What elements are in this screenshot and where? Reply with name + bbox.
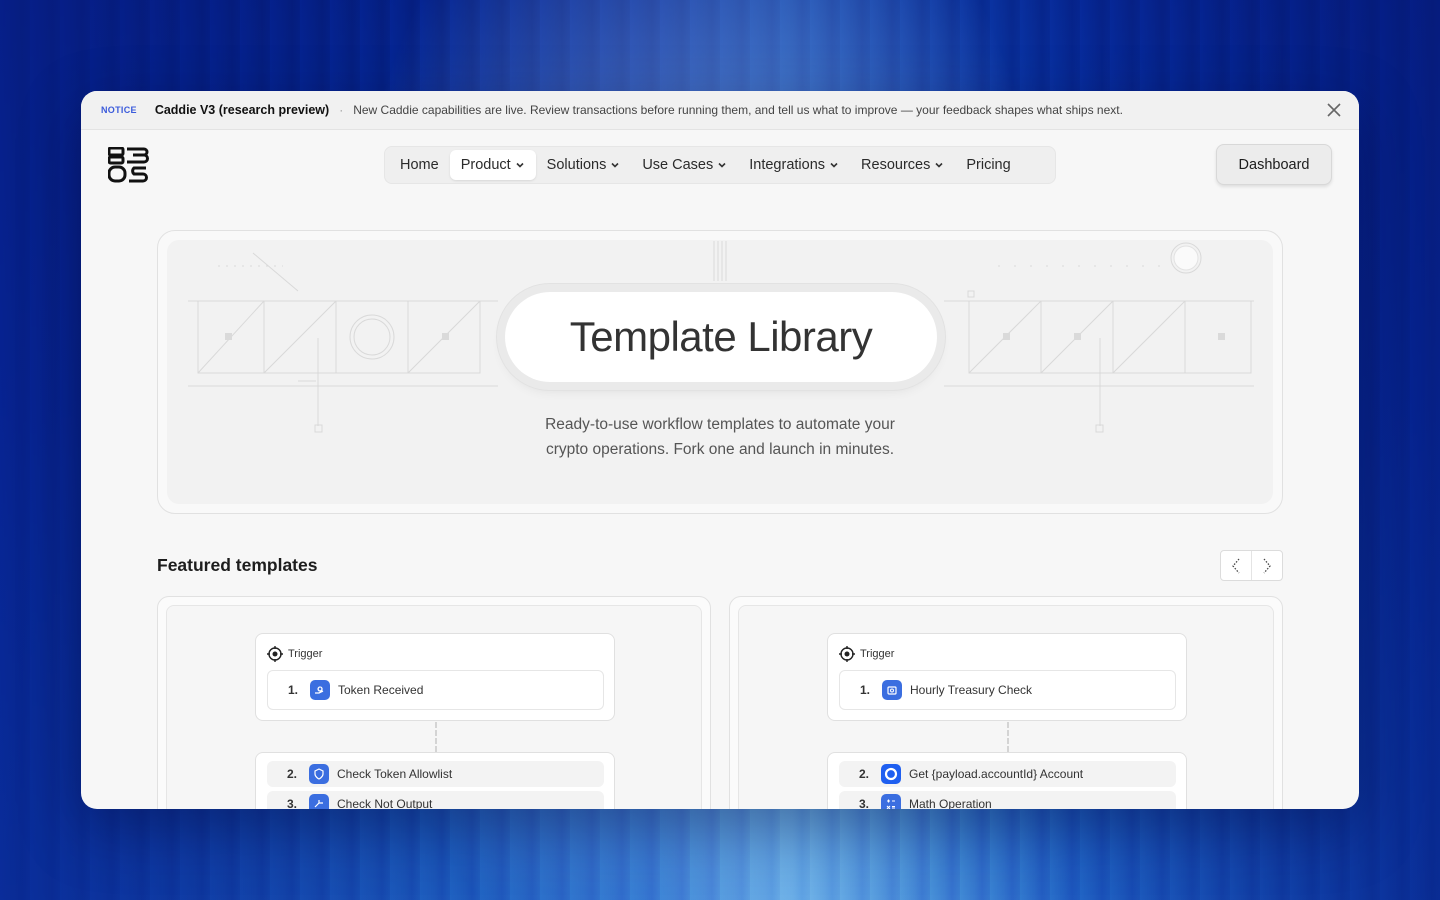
hero-section: Template Library Ready-to-use workflow t… [157, 230, 1283, 514]
notice-bar: NOTICE Caddie V3 (research preview) · Ne… [81, 91, 1359, 130]
workflow-step[interactable]: 1. Hourly Treasury Check [839, 670, 1176, 710]
template-card[interactable]: Trigger 1. Token Received 2. Check Token… [157, 596, 711, 809]
chevron-down-icon [718, 162, 726, 168]
crosshair-icon [267, 646, 283, 662]
notice-badge: NOTICE [101, 105, 137, 115]
hero-subtitle-line2: crypto operations. Fork one and launch i… [545, 441, 895, 458]
chevron-left-icon[interactable] [1221, 551, 1251, 580]
step-number: 3. [858, 797, 869, 809]
nav-resources-label: Resources [861, 157, 931, 173]
chevron-down-icon [935, 162, 943, 168]
featured-templates-heading: Featured templates [157, 555, 318, 575]
shield-check-icon [309, 764, 329, 784]
close-icon[interactable] [1325, 101, 1343, 119]
step-label: Check Token Allowlist [337, 767, 453, 781]
step-number: 2. [858, 767, 869, 781]
nav-solutions[interactable]: Solutions [536, 150, 632, 180]
calculator-icon [881, 794, 901, 809]
template-card[interactable]: Trigger 1. Hourly Treasury Check 2. Get … [729, 596, 1283, 809]
template-card-preview: Trigger 1. Token Received 2. Check Token… [166, 605, 702, 809]
step-number: 2. [286, 767, 297, 781]
trigger-text: Trigger [860, 648, 895, 660]
nav-pricing-label: Pricing [966, 157, 1011, 173]
nav-solutions-label: Solutions [546, 157, 607, 173]
nav-product-label: Product [460, 157, 511, 173]
step-connector [435, 722, 437, 752]
nav-resources[interactable]: Resources [850, 150, 955, 180]
nav-integrations[interactable]: Integrations [738, 150, 850, 180]
hero-title-pill: Template Library [505, 292, 937, 382]
step-number: 3. [286, 797, 297, 809]
nav-home-label: Home [400, 157, 439, 173]
chevron-right-icon[interactable] [1251, 551, 1282, 580]
step-connector [1007, 722, 1009, 752]
main-menu: Home Product Solutions Use Cases Integra… [384, 146, 1056, 184]
step-label: Hourly Treasury Check [910, 683, 1033, 697]
step-number: 1. [859, 683, 870, 697]
actions-block: 2. Get {payload.accountId} Account 3. Ma… [827, 752, 1187, 809]
chevron-down-icon [516, 162, 524, 168]
top-nav: Home Product Solutions Use Cases Integra… [81, 130, 1359, 202]
nav-pricing[interactable]: Pricing [955, 150, 1021, 180]
dashboard-button[interactable]: Dashboard [1216, 144, 1332, 185]
hand-coin-icon [310, 680, 330, 700]
trigger-block: Trigger 1. Token Received [255, 633, 615, 721]
carousel-controls [1220, 550, 1283, 581]
actions-block: 2. Check Token Allowlist 3. Check Not Ou… [255, 752, 615, 809]
step-label: Check Not Output [337, 797, 433, 809]
step-number: 1. [287, 683, 298, 697]
nav-integrations-label: Integrations [749, 157, 826, 173]
step-label: Token Received [338, 683, 424, 697]
crosshair-icon [839, 646, 855, 662]
nav-use-cases[interactable]: Use Cases [631, 150, 738, 180]
workflow-step[interactable]: 2. Check Token Allowlist [267, 761, 604, 787]
calendar-icon [882, 680, 902, 700]
step-label: Get {payload.accountId} Account [909, 767, 1084, 781]
hero-subtitle-line1: Ready-to-use workflow templates to autom… [545, 416, 895, 433]
nav-product[interactable]: Product [449, 150, 536, 180]
notice-text: New Caddie capabilities are live. Review… [353, 103, 1123, 117]
workflow-step[interactable]: 3. Math Operation [839, 791, 1176, 809]
logo-icon[interactable] [107, 146, 150, 183]
trigger-block: Trigger 1. Hourly Treasury Check [827, 633, 1187, 721]
notice-separator: · [339, 103, 344, 117]
trigger-label: Trigger [839, 646, 894, 662]
hero-subtitle: Ready-to-use workflow templates to autom… [158, 412, 1282, 462]
browser-window: NOTICE Caddie V3 (research preview) · Ne… [81, 91, 1359, 809]
flow-icon [309, 794, 329, 809]
workflow-step[interactable]: 3. Check Not Output [267, 791, 604, 809]
chevron-down-icon [611, 162, 619, 168]
workflow-step[interactable]: 2. Get {payload.accountId} Account [839, 761, 1176, 787]
page-title: Template Library [569, 313, 873, 360]
template-card-preview: Trigger 1. Hourly Treasury Check 2. Get … [738, 605, 1274, 809]
nav-use-cases-label: Use Cases [642, 157, 714, 173]
trigger-label: Trigger [267, 646, 322, 662]
nav-home[interactable]: Home [389, 150, 450, 180]
step-label: Math Operation [909, 797, 992, 809]
chevron-down-icon [830, 162, 838, 168]
notice-title: Caddie V3 (research preview) [154, 103, 330, 117]
trigger-text: Trigger [288, 648, 323, 660]
circle-logo-icon [881, 764, 901, 784]
workflow-step[interactable]: 1. Token Received [267, 670, 604, 710]
